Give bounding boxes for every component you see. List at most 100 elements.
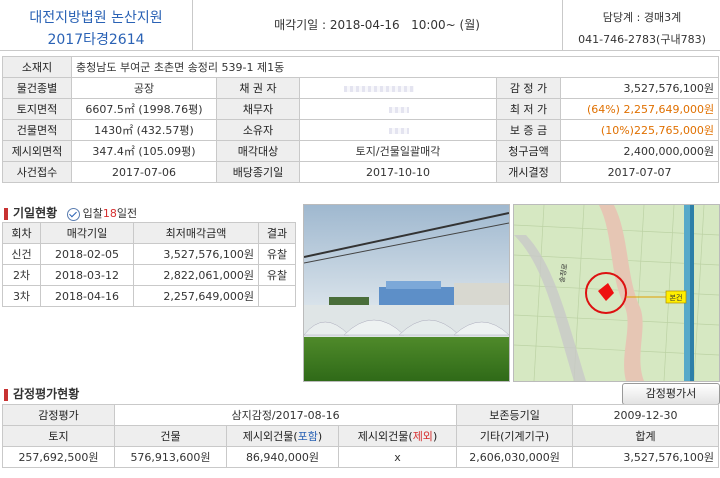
incl-word: 포함: [297, 430, 318, 443]
history-header-date: 매각기일: [40, 222, 134, 244]
history-title-bar: 기일현황 입찰18일전: [4, 204, 137, 221]
appraisal-row-label: 감정평가: [2, 404, 115, 426]
min-price-value: (64%) 2,257,649,000원: [559, 98, 720, 120]
history-round: 3차: [2, 285, 41, 307]
debtor-label: 채무자: [216, 98, 300, 120]
table-row: 신건 2018-02-05 3,527,576,100원 유찰: [2, 243, 296, 265]
owner-redacted: [389, 127, 409, 134]
owner-value: [299, 119, 497, 141]
appraisal-title-bar: 감정평가현황: [4, 385, 79, 401]
value-excl: x: [337, 446, 458, 468]
bldg-area-value: 1430㎡ (432.57평): [71, 119, 217, 141]
incl-prefix: 제시외건물(: [242, 430, 298, 443]
history-header-round: 회차: [2, 222, 41, 244]
address-label: 소재지: [2, 56, 72, 78]
history-result: [258, 285, 296, 307]
claim-value: 2,400,000,000원: [559, 140, 720, 162]
value-building: 576,913,600원: [114, 446, 227, 468]
value-other: 2,606,030,000원: [456, 446, 574, 468]
history-table: 회차 매각기일 최저매각금액 결과 신건 2018-02-05 3,527,57…: [2, 222, 296, 307]
claim-label: 청구금액: [496, 140, 561, 162]
dividend-label: 배당종기일: [216, 161, 300, 183]
start-value: 2017-07-07: [559, 161, 720, 183]
min-price-label: 최 저 가: [496, 98, 561, 120]
creditor-redacted: [344, 85, 414, 92]
keep-date-label: 보존등기일: [456, 404, 574, 426]
bid-days: 18: [102, 207, 117, 220]
factory-photo-illustration: [304, 205, 509, 381]
history-round: 2차: [2, 264, 41, 286]
receipt-label: 사건접수: [2, 161, 72, 183]
col-other: 기타(기계기구): [456, 425, 574, 447]
excl-area-value: 347.4㎡ (105.09평): [71, 140, 217, 162]
cadastral-map-illustration: 본건 송정로: [514, 205, 719, 381]
excl-prefix: 제시외건물(: [357, 430, 413, 443]
creditor-value: [299, 77, 497, 99]
bldg-area-label: 건물면적: [2, 119, 72, 141]
col-building: 건물: [114, 425, 227, 447]
header: 대전지방법원 논산지원 2017타경2614 매각기일 : 2018-04-16…: [0, 0, 720, 51]
court-block: 대전지방법원 논산지원 2017타경2614: [0, 0, 193, 50]
type-value: 공장: [71, 77, 217, 99]
bid-prefix: 입찰: [82, 207, 103, 220]
history-price: 2,822,061,000원: [133, 264, 259, 286]
incl-suffix: ): [317, 430, 323, 443]
col-excl: 제시외건물(제외): [337, 425, 458, 447]
check-circle-icon: [66, 207, 80, 221]
history-price: 2,257,649,000원: [133, 285, 259, 307]
type-label: 물건종별: [2, 77, 72, 99]
appraisal-report-button[interactable]: 감정평가서: [622, 383, 720, 405]
excl-area-label: 제시외면적: [2, 140, 72, 162]
table-row: 3차 2018-04-16 2,257,649,000원: [2, 285, 296, 307]
debtor-value: [299, 98, 497, 120]
owner-label: 소유자: [216, 119, 300, 141]
history-result: 유찰: [258, 243, 296, 265]
map-marker-label: 본건: [670, 293, 683, 302]
section-marker-icon: [4, 208, 8, 220]
dept-block: 담당계 : 경매3계 041-746-2783(구내783): [562, 0, 720, 50]
history-round: 신건: [2, 243, 41, 265]
col-land: 토지: [2, 425, 115, 447]
value-incl: 86,940,000원: [226, 446, 339, 468]
appraisal-title: 감정평가현황: [13, 387, 80, 401]
sale-target-value: 토지/건물일괄매각: [299, 140, 497, 162]
dept-name: 담당계 : 경매3계: [602, 11, 682, 24]
history-date: 2018-04-16: [40, 285, 134, 307]
deposit-label: 보 증 금: [496, 119, 561, 141]
appraisal-table: 감정평가 삼지감정/2017-08-16 보존등기일 2009-12-30 토지…: [2, 404, 720, 468]
land-area-label: 토지면적: [2, 98, 72, 120]
sale-date: 매각기일 : 2018-04-16 10:00~ (월): [274, 18, 480, 32]
dividend-value: 2017-10-10: [299, 161, 497, 183]
appraisal-agency: 삼지감정/2017-08-16: [113, 404, 458, 426]
land-area-value: 6607.5㎡ (1998.76평): [71, 98, 217, 120]
receipt-value: 2017-07-06: [71, 161, 217, 183]
history-date: 2018-02-05: [40, 243, 134, 265]
appraisal-label: 감 정 가: [496, 77, 561, 99]
case-number: 2017타경2614: [47, 32, 145, 48]
location-map[interactable]: 본건 송정로: [513, 204, 720, 382]
start-label: 개시결정: [496, 161, 561, 183]
section-marker-icon: [4, 389, 8, 401]
history-price: 3,527,576,100원: [133, 243, 259, 265]
sale-target-label: 매각대상: [216, 140, 300, 162]
history-date: 2018-03-12: [40, 264, 134, 286]
excl-suffix: ): [432, 430, 438, 443]
value-total: 3,527,576,100원: [572, 446, 720, 468]
table-row: 257,692,500원 576,913,600원 86,940,000원 x …: [2, 446, 720, 468]
table-row: 2차 2018-03-12 2,822,061,000원 유찰: [2, 264, 296, 286]
dept-phone: 041-746-2783(구내783): [578, 33, 706, 46]
value-land: 257,692,500원: [2, 446, 115, 468]
debtor-redacted: [389, 106, 409, 113]
address-value: 충청남도 부여군 초촌면 송정리 539-1 제1동: [70, 56, 720, 78]
appraisal-value: 3,527,576,100원: [559, 77, 720, 99]
keep-date-value: 2009-12-30: [572, 404, 720, 426]
creditor-label: 채 권 자: [216, 77, 300, 99]
excl-word: 제외: [412, 430, 433, 443]
property-photo[interactable]: [303, 204, 510, 382]
col-incl: 제시외건물(포함): [226, 425, 339, 447]
deposit-value: (10%)225,765,000원: [559, 119, 720, 141]
bid-countdown: 입찰18일전: [66, 207, 137, 221]
col-total: 합계: [572, 425, 720, 447]
case-info-table: 소재지 충청남도 부여군 초촌면 송정리 539-1 제1동 물건종별 공장 채…: [2, 56, 720, 183]
history-title: 기일현황: [13, 206, 58, 220]
